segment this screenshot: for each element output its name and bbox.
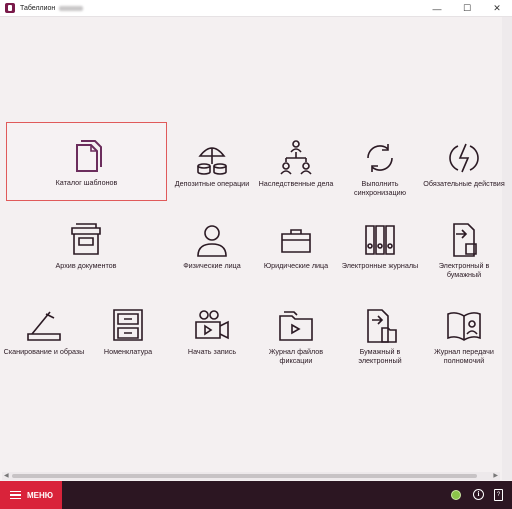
tile-label: Обязательные действия (423, 179, 505, 188)
help-icon[interactable]: ? (494, 489, 503, 501)
tile-label: Физические лица (183, 261, 241, 270)
tile-fixation-files-log[interactable]: Журнал файлов фиксации (254, 302, 338, 386)
status-indicator-icon (451, 490, 461, 500)
tile-paper-to-electronic[interactable]: Бумажный в электронный (338, 302, 422, 386)
tile-legal-entities[interactable]: Юридические лица (254, 216, 338, 300)
tile-start-recording[interactable]: Начать запись (170, 302, 254, 386)
blurred-title-suffix (59, 5, 84, 11)
tile-label: Архив документов (55, 261, 117, 270)
window-controls: — ☐ ✕ (422, 0, 512, 17)
tile-label: Номенклатура (103, 347, 153, 356)
person-icon (197, 225, 227, 257)
book-person-icon (447, 312, 481, 341)
tile-nomenclature[interactable]: Номенклатура (86, 302, 170, 386)
tile-label: Журнал файлов фиксации (268, 347, 324, 365)
maximize-button[interactable]: ☐ (452, 0, 482, 17)
tile-label: Юридические лица (263, 261, 329, 270)
video-camera-icon (195, 310, 229, 340)
tile-document-archive[interactable]: Архив документов (44, 216, 128, 300)
binders-icon (365, 225, 395, 255)
tile-electronic-journals[interactable]: Электронные журналы (338, 216, 422, 300)
scroll-right-arrow-icon[interactable]: ▶ (493, 472, 498, 480)
minimize-button[interactable]: — (422, 0, 452, 17)
tile-label: Выполнить синхронизацию (354, 179, 406, 197)
horizontal-scrollbar[interactable]: ◀ ▶ (2, 472, 500, 480)
info-icon[interactable]: i (473, 489, 484, 500)
menu-label: МЕНЮ (27, 490, 54, 500)
tile-label: Электронные журналы (341, 261, 419, 270)
scanner-icon (27, 311, 61, 341)
tile-mandatory-actions[interactable]: Обязательные действия (422, 134, 506, 218)
tile-electronic-to-paper[interactable]: Электронный в бумажный (422, 216, 506, 300)
tile-label: Бумажный в электронный (358, 347, 402, 365)
tile-label: Каталог шаблонов (55, 178, 118, 187)
tile-label: Наследственные дела (258, 179, 334, 188)
archive-box-icon (71, 223, 101, 255)
title-bar: Табеллион — ☐ ✕ (0, 0, 512, 17)
tile-label: Журнал передачи полномочий (434, 347, 494, 365)
scroll-left-arrow-icon[interactable]: ◀ (4, 472, 9, 480)
lightning-icon (449, 143, 479, 173)
file-import-icon (367, 309, 397, 343)
tile-inheritance-cases[interactable]: Наследственные дела (254, 134, 338, 218)
tile-label: Начать запись (187, 347, 237, 356)
horizontal-scroll-thumb[interactable] (12, 474, 477, 478)
family-tree-icon (280, 140, 312, 175)
documents-icon (75, 140, 102, 172)
tile-label: Сканирование и образы (3, 347, 85, 356)
menu-button[interactable]: МЕНЮ (0, 481, 62, 509)
tile-power-transfer-log[interactable]: Журнал передачи полномочий (422, 302, 506, 386)
tile-scanning[interactable]: Сканирование и образы (2, 302, 86, 386)
tile-deposit-operations[interactable]: Депозитные операции (170, 134, 254, 218)
cabinet-icon (113, 309, 143, 341)
bottom-bar: МЕНЮ i ? (0, 481, 512, 509)
tile-label: Депозитные операции (174, 179, 250, 188)
tile-template-catalog[interactable]: Каталог шаблонов (6, 122, 167, 201)
window-title: Табеллион (20, 4, 56, 12)
video-folder-icon (279, 311, 313, 341)
coins-umbrella-icon (197, 147, 227, 175)
tile-label: Электронный в бумажный (438, 261, 490, 279)
close-button[interactable]: ✕ (482, 0, 512, 17)
sync-icon (367, 144, 393, 172)
briefcase-icon (281, 229, 311, 253)
file-export-icon (453, 223, 477, 257)
tile-sync[interactable]: Выполнить синхронизацию (338, 134, 422, 218)
app-logo-icon (5, 3, 15, 13)
hamburger-icon (10, 490, 21, 500)
tile-individuals[interactable]: Физические лица (170, 216, 254, 300)
